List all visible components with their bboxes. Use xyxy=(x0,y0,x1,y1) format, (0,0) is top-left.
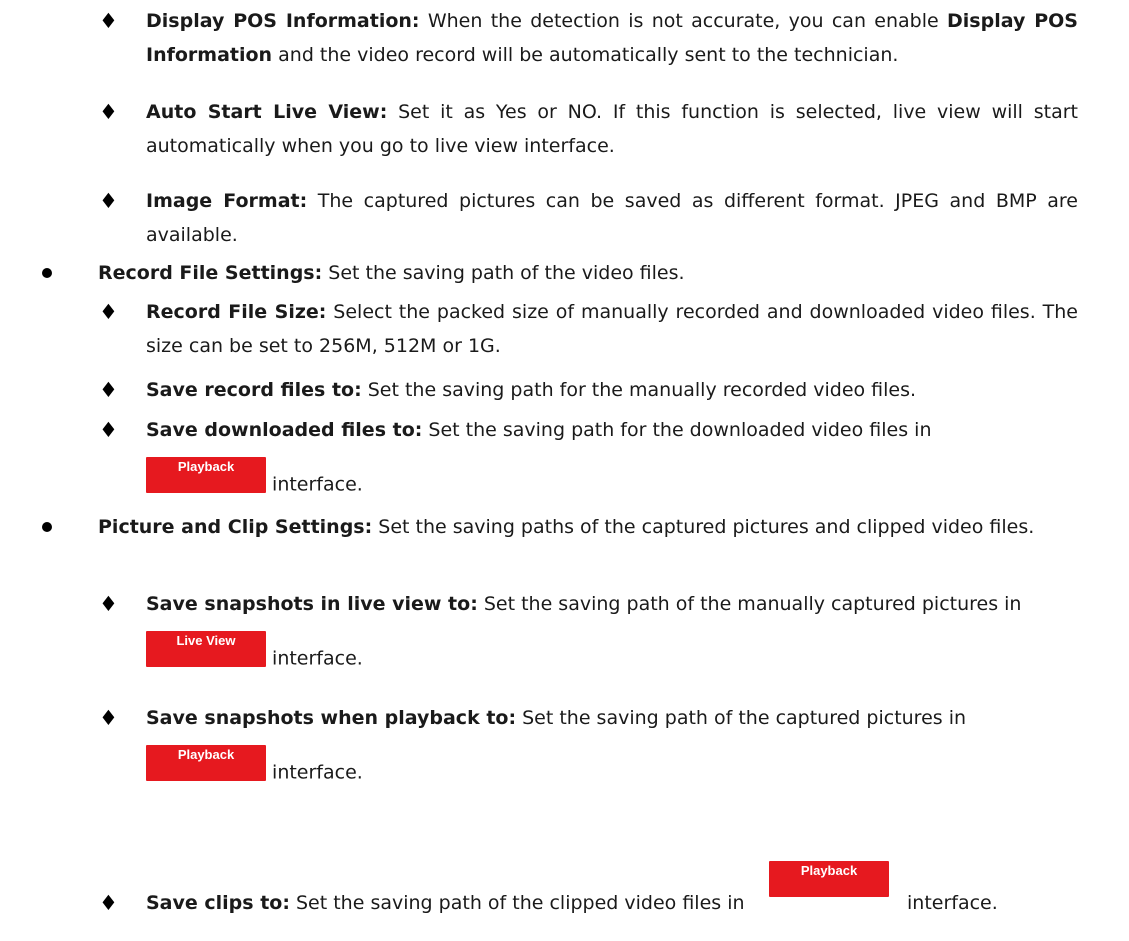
diamond-bullet-icon: ♦ xyxy=(99,300,118,324)
list-item-auto-start: ♦ Auto Start Live View: Set it as Yes or… xyxy=(99,95,1078,163)
live-view-button[interactable]: Live View xyxy=(146,631,266,667)
button-line-save-downloaded: Playback interface. xyxy=(146,457,1078,502)
round-bullet-icon xyxy=(42,522,52,532)
description-text: Set the saving path of the manually capt… xyxy=(477,593,1022,615)
term-label: Record File Size: xyxy=(146,301,327,323)
diamond-bullet-icon: ♦ xyxy=(99,9,118,33)
description-text: Set the saving path for the downloaded v… xyxy=(422,419,932,441)
playback-button[interactable]: Playback xyxy=(146,745,266,781)
term-label: Record File Settings: xyxy=(98,262,323,284)
diamond-bullet-icon: ♦ xyxy=(99,100,118,124)
list-item-display-pos: ♦ Display POS Information: When the dete… xyxy=(99,4,1078,72)
diamond-bullet-icon: ♦ xyxy=(99,378,118,402)
description-text: Set the saving path of the video files. xyxy=(322,262,685,284)
diamond-bullet-icon: ♦ xyxy=(99,189,118,213)
button-line-snap-playback: Playback interface. xyxy=(146,745,1078,790)
list-item-record-size: ♦ Record File Size: Select the packed si… xyxy=(99,295,1078,363)
playback-button[interactable]: Playback xyxy=(146,457,266,493)
description-text: Set the saving paths of the captured pic… xyxy=(372,516,1035,538)
term-label: Picture and Clip Settings: xyxy=(98,516,373,538)
diamond-bullet-icon: ♦ xyxy=(99,418,118,442)
term-label: Save downloaded files to: xyxy=(146,419,423,441)
description-text: interface. xyxy=(266,647,363,670)
list-item-save-downloaded: ♦ Save downloaded files to: Set the savi… xyxy=(99,413,1078,447)
list-item-save-record: ♦ Save record files to: Set the saving p… xyxy=(99,373,1078,407)
diamond-bullet-icon: ♦ xyxy=(99,891,118,915)
term-label: Save snapshots in live view to: xyxy=(146,593,478,615)
description-text: interface. xyxy=(266,473,363,496)
description-text: Set the saving path for the manually rec… xyxy=(361,379,917,401)
list-item-image-format: ♦ Image Format: The captured pictures ca… xyxy=(99,184,1078,252)
description-text: Set the saving path of the captured pict… xyxy=(516,707,967,729)
button-line-snap-live: Live View interface. xyxy=(146,631,1078,676)
diamond-bullet-icon: ♦ xyxy=(99,592,118,616)
list-item-picture-clip: Picture and Clip Settings: Set the savin… xyxy=(42,510,1078,544)
term-label: Display POS Information: xyxy=(146,10,420,32)
list-item-record-settings: Record File Settings: Set the saving pat… xyxy=(42,256,1078,290)
playback-button[interactable]: Playback xyxy=(769,861,889,897)
list-item-snap-playback: ♦ Save snapshots when playback to: Set t… xyxy=(99,701,1078,735)
description-text: interface. xyxy=(907,892,998,914)
list-item-snap-live: ♦ Save snapshots in live view to: Set th… xyxy=(99,587,1078,621)
description-text: and the video record will be automatical… xyxy=(272,44,899,66)
description-text: Set the saving path of the clipped video… xyxy=(289,892,745,914)
term-label: Save record files to: xyxy=(146,379,362,401)
term-label: Auto Start Live View: xyxy=(146,101,388,123)
description-text: When the detection is not accurate, you … xyxy=(419,10,948,32)
description-text: interface. xyxy=(266,761,363,784)
term-label: Save snapshots when playback to: xyxy=(146,707,517,729)
term-label: Save clips to: xyxy=(146,892,290,914)
diamond-bullet-icon: ♦ xyxy=(99,706,118,730)
term-label: Image Format: xyxy=(146,190,308,212)
document-page: ♦ Display POS Information: When the dete… xyxy=(0,0,1129,941)
round-bullet-icon xyxy=(42,268,52,278)
